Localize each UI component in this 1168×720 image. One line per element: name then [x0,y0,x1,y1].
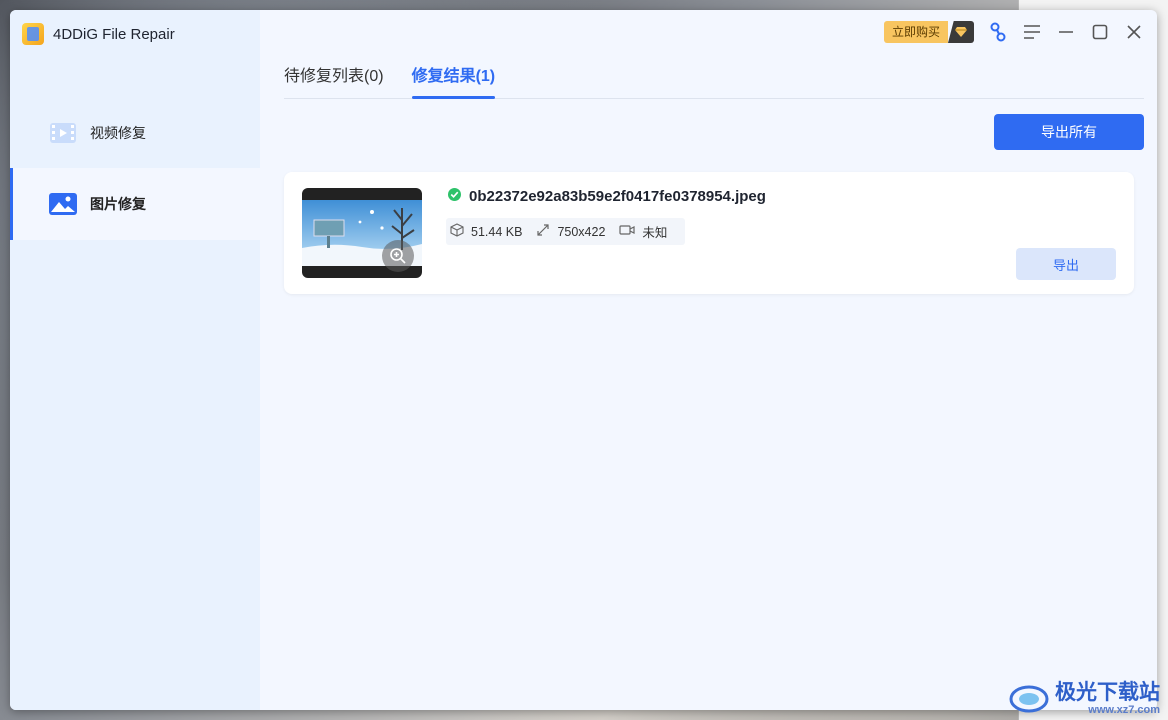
titlebar-tools: 立即购买 [883,20,1144,44]
app-title-bar: 4DDiG File Repair [22,22,175,46]
video-icon [48,121,78,145]
buy-now-label: 立即购买 [883,21,948,43]
app-logo-icon [22,23,44,45]
watermark-text: 极光下载站 [1055,681,1160,704]
key-icon[interactable] [988,22,1008,42]
result-thumbnail[interactable] [302,188,422,278]
maximize-icon[interactable] [1090,22,1110,42]
sidebar-item-video-repair[interactable]: 视频修复 [10,97,260,169]
main-panel: 立即购买 待修复列表(0) 修复结果(1) 导出所有 0b22372e92a83… [260,10,1157,710]
file-meta: 51.44 KB 750x422 未知 [446,218,686,245]
box-icon [450,223,464,240]
zoom-icon[interactable] [382,240,414,272]
image-icon [48,192,78,216]
file-size: 51.44 KB [450,223,522,240]
tab-repair-results[interactable]: 修复结果(1) [411,58,495,99]
file-resolution: 750x422 [536,223,605,240]
file-resolution-value: 750x422 [557,224,606,239]
sidebar-item-label: 图片修复 [90,196,146,212]
sidebar-item-label: 视频修复 [90,125,146,141]
app-window: 4DDiG File Repair 视频修复 图片修复 立即购买 待修复列表(0… [10,10,1157,710]
tab-pending-list[interactable]: 待修复列表(0) [284,58,384,98]
file-size-value: 51.44 KB [471,224,523,239]
file-duration: 未知 [619,222,667,241]
success-check-icon [448,188,461,205]
sidebar-item-image-repair[interactable]: 图片修复 [10,168,260,240]
menu-icon[interactable] [1022,22,1042,42]
diamond-icon [948,21,974,43]
buy-now-button[interactable]: 立即购买 [883,21,974,43]
result-file-name-row: 0b22372e92a83b59e2f0417fe0378954.jpeg [448,188,766,205]
export-all-button[interactable]: 导出所有 [994,114,1144,150]
watermark-url: www.xz7.com [1088,704,1160,716]
file-name: 0b22372e92a83b59e2f0417fe0378954.jpeg [469,188,766,205]
close-icon[interactable] [1124,22,1144,42]
export-button[interactable]: 导出 [1016,248,1116,280]
app-title: 4DDiG File Repair [53,25,175,43]
minimize-icon[interactable] [1056,22,1076,42]
watermark-logo-icon [1009,685,1049,713]
site-watermark: 极光下载站 www.xz7.com [1009,682,1160,716]
sidebar: 4DDiG File Repair 视频修复 图片修复 [10,10,260,710]
camera-icon [619,223,636,240]
resize-icon [536,223,550,240]
file-duration-value: 未知 [642,226,668,240]
tab-bar: 待修复列表(0) 修复结果(1) [284,58,1144,99]
result-card: 0b22372e92a83b59e2f0417fe0378954.jpeg 51… [284,172,1134,294]
